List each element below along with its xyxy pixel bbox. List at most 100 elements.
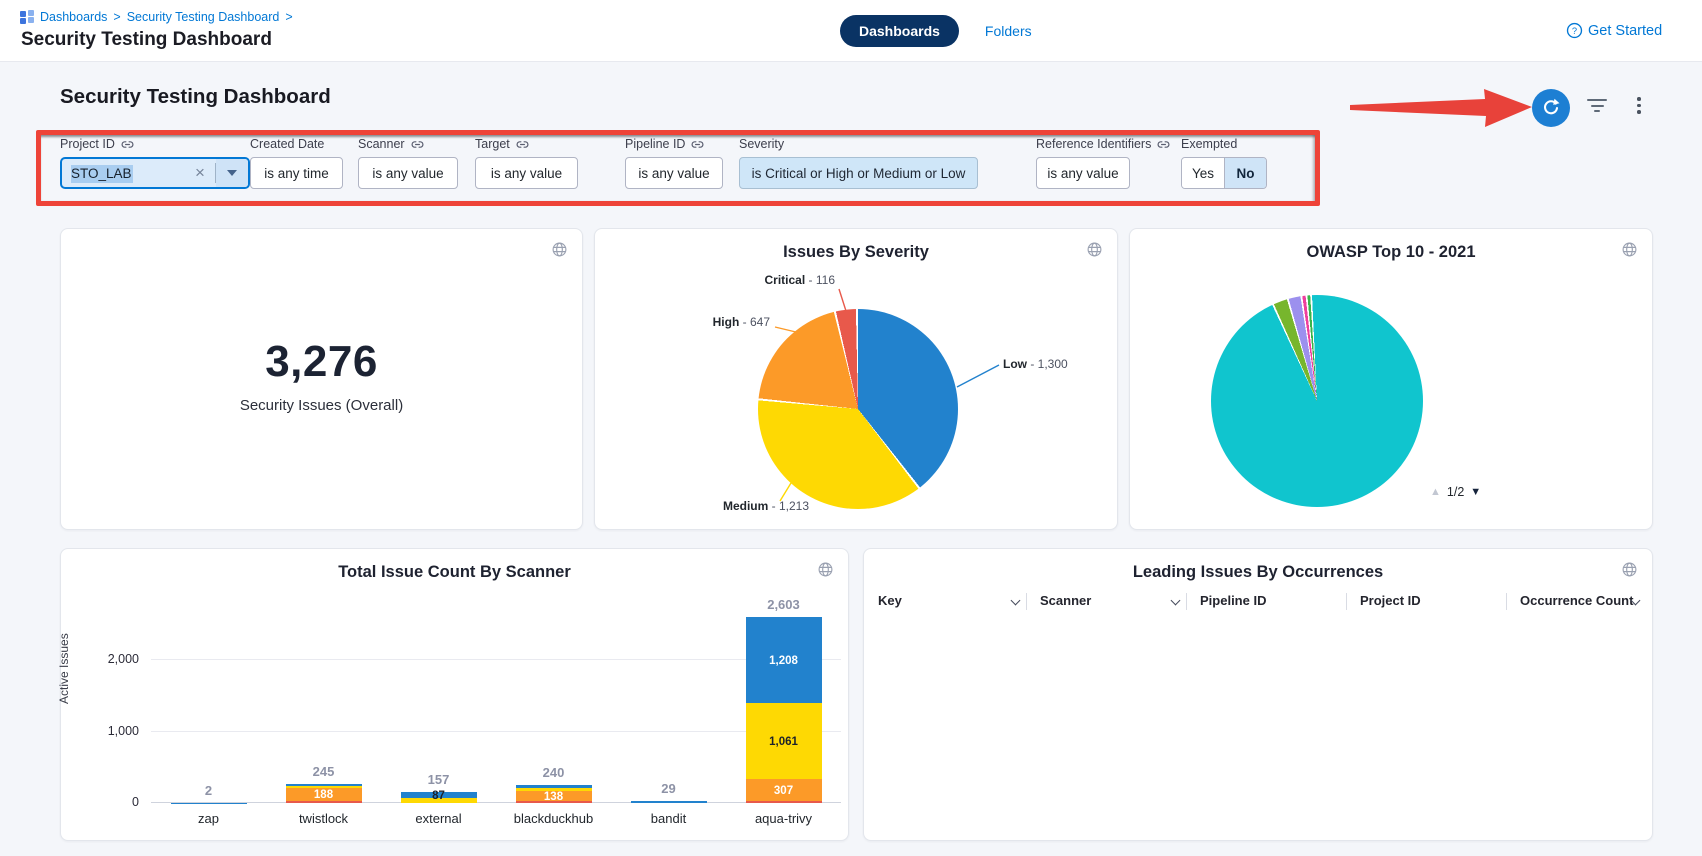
project-id-select[interactable]: STO_LAB × [60, 157, 250, 189]
scanner-filter-button[interactable]: is any value [358, 157, 458, 189]
bar-blackduckhub-segment-medium [516, 788, 592, 791]
overall-count-label: Security Issues (Overall) [61, 397, 582, 414]
y-tick-1000: 1,000 [79, 724, 139, 738]
breadcrumb: Dashboards > Security Testing Dashboard … [20, 10, 293, 24]
column-header-occurrence-count[interactable]: Occurrence Count [1520, 593, 1633, 608]
x-tick-external: external [384, 811, 494, 826]
filter-exempted: Exempted Yes No [1181, 136, 1267, 189]
filter-scanner-label: Scanner [358, 137, 405, 151]
filter-pipeline-id: Pipeline ID is any value [625, 136, 723, 189]
filter-icon[interactable] [1586, 99, 1608, 117]
filter-project-id: Project ID STO_LAB × [60, 136, 250, 189]
exempted-yes-option[interactable]: Yes [1182, 158, 1224, 188]
pie-label-critical: Critical - 116 [695, 273, 835, 287]
bar-aqua-trivy-label-low: 1,208 [746, 655, 822, 667]
filter-project-id-label: Project ID [60, 137, 115, 151]
reference-identifiers-filter-button[interactable]: is any value [1036, 157, 1130, 189]
y-tick-0: 0 [79, 795, 139, 809]
table-header-row: Key Scanner Pipeline ID Project ID Occur… [864, 593, 1652, 617]
filter-reference-identifiers: Reference Identifiers is any value [1036, 136, 1170, 189]
x-tick-twistlock: twistlock [269, 811, 379, 826]
bar-blackduckhub-label-high: 138 [516, 791, 592, 803]
dashboard-title: Security Testing Dashboard [60, 85, 331, 109]
link-icon [691, 138, 704, 151]
x-tick-bandit: bandit [614, 811, 724, 826]
y-tick-2000: 2,000 [79, 652, 139, 666]
severity-filter-chip[interactable]: is Critical or High or Medium or Low [739, 157, 978, 189]
pie-label-medium: Medium - 1,213 [686, 499, 846, 513]
refresh-button[interactable] [1532, 89, 1570, 127]
exempted-toggle: Yes No [1181, 157, 1267, 189]
filter-scanner: Scanner is any value [358, 136, 458, 189]
page-up-icon[interactable]: ▲ [1430, 486, 1441, 498]
link-icon [516, 138, 529, 151]
svg-text:?: ? [1572, 26, 1577, 36]
sort-chevron-icon[interactable] [1171, 596, 1181, 606]
page-indicator: 1/2 [1447, 485, 1464, 499]
card-leading-issues-by-occurrences: Leading Issues By Occurrences Key Scanne… [863, 548, 1653, 841]
get-started-label: Get Started [1588, 23, 1662, 39]
breadcrumb-dashboards[interactable]: Dashboards [40, 10, 107, 24]
clear-icon[interactable]: × [185, 163, 215, 183]
top-tabs: Dashboards Folders [840, 15, 1032, 47]
column-header-scanner[interactable]: Scanner [1040, 593, 1091, 608]
bar-bandit-total: 29 [624, 781, 714, 796]
bar-external-total: 157 [394, 772, 484, 787]
bar-aqua-trivy-segment-critical [746, 801, 822, 803]
bar-external-label-low: 87 [401, 790, 477, 802]
chart-title-issues-by-severity: Issues By Severity [595, 243, 1117, 262]
column-header-pipeline-id: Pipeline ID [1200, 593, 1266, 608]
owasp-pie-chart [1211, 295, 1423, 507]
x-tick-zap: zap [154, 811, 264, 826]
pie-label-high: High - 647 [635, 315, 770, 329]
created-date-filter-button[interactable]: is any time [250, 157, 343, 189]
dashboards-grid-icon [20, 10, 34, 24]
tab-folders[interactable]: Folders [985, 23, 1032, 39]
filter-severity: Severity is Critical or High or Medium o… [739, 136, 978, 189]
dropdown-caret-icon[interactable] [216, 159, 248, 187]
tab-dashboards[interactable]: Dashboards [840, 15, 959, 47]
column-header-key[interactable]: Key [878, 593, 902, 608]
link-icon [121, 138, 134, 151]
get-started-link[interactable]: ? Get Started [1566, 22, 1662, 39]
severity-pie-chart [758, 309, 958, 509]
bar-bandit-segment-low [631, 801, 707, 803]
exempted-no-option[interactable]: No [1224, 158, 1266, 188]
bar-twistlock-total: 245 [279, 764, 369, 779]
pie-label-low: Low - 1,300 [1003, 357, 1115, 371]
link-icon [411, 138, 424, 151]
page-title: Security Testing Dashboard [21, 29, 272, 51]
card-issues-by-severity: Issues By Severity Critical - 116 High -… [594, 228, 1118, 530]
project-id-value[interactable]: STO_LAB [62, 166, 185, 181]
filter-severity-label: Severity [739, 137, 784, 151]
bar-blackduckhub-total: 240 [509, 765, 599, 780]
stacked-bar-plot: 2zap188245twistlock87157external138240bl… [151, 609, 841, 803]
more-options-icon[interactable] [1632, 97, 1646, 119]
filter-target: Target is any value [475, 136, 578, 189]
sort-chevron-icon[interactable] [1011, 596, 1021, 606]
card-security-issues-overall: 3,276 Security Issues (Overall) [60, 228, 583, 530]
refresh-icon [1541, 98, 1561, 118]
link-icon [1157, 138, 1170, 151]
bar-twistlock-label-high: 188 [286, 789, 362, 801]
target-filter-button[interactable]: is any value [475, 157, 578, 189]
bar-twistlock-segment-medium [286, 786, 362, 788]
column-header-project-id: Project ID [1360, 593, 1421, 608]
chart-title-owasp: OWASP Top 10 - 2021 [1130, 243, 1652, 262]
card-total-issue-count-by-scanner: Total Issue Count By Scanner Active Issu… [60, 548, 849, 841]
filter-created-date: Created Date is any time [250, 136, 343, 189]
x-tick-blackduckhub: blackduckhub [499, 811, 609, 826]
breadcrumb-separator: > [113, 10, 120, 24]
top-bar: Dashboards > Security Testing Dashboard … [0, 0, 1702, 62]
card-owasp-top-10: OWASP Top 10 - 2021 ▲ 1/2 ▼ [1129, 228, 1653, 530]
breadcrumb-separator: > [285, 10, 292, 24]
bar-blackduckhub-segment-low [516, 785, 592, 788]
bar-twistlock-segment-low [286, 784, 362, 786]
owasp-pagination: ▲ 1/2 ▼ [1430, 485, 1560, 499]
table-title: Leading Issues By Occurrences [864, 563, 1652, 582]
pipeline-id-filter-button[interactable]: is any value [625, 157, 723, 189]
bar-aqua-trivy-label-high: 307 [746, 785, 822, 797]
page-down-icon[interactable]: ▼ [1470, 486, 1481, 498]
breadcrumb-current[interactable]: Security Testing Dashboard [127, 10, 280, 24]
globe-icon[interactable] [551, 241, 568, 263]
